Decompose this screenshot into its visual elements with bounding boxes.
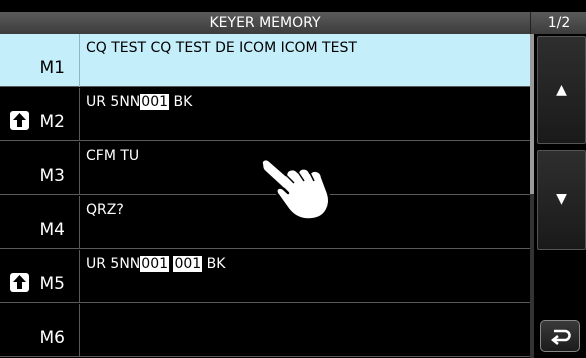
touch-hand-icon — [260, 157, 331, 221]
memory-text: QRZ? — [86, 202, 124, 218]
memory-label-cell: M4 — [0, 196, 80, 249]
message-text: UR 5NN — [86, 94, 141, 110]
serial-number-field: 001 — [140, 94, 170, 110]
memory-label: M5 — [39, 274, 65, 294]
memory-label: M2 — [39, 112, 65, 132]
shift-icon — [10, 273, 29, 292]
memory-label-cell: M5 — [0, 250, 80, 303]
shift-icon — [10, 111, 29, 130]
down-arrow-icon: ▼ — [556, 191, 567, 207]
scroll-down-button[interactable]: ▼ — [537, 150, 586, 250]
memory-text: UR 5NN001 001 BK — [86, 256, 225, 272]
memory-label-cell: M6 — [0, 304, 80, 357]
memory-label: M4 — [39, 220, 65, 240]
list-scrollbar[interactable] — [530, 34, 534, 358]
memory-row-m1[interactable]: M1 CQ TEST CQ TEST DE ICOM ICOM TEST — [0, 34, 530, 87]
message-text: QRZ? — [86, 202, 124, 218]
message-text: BK — [202, 256, 226, 272]
page-indicator: 1/2 — [530, 12, 586, 34]
memory-text: CQ TEST CQ TEST DE ICOM ICOM TEST — [86, 40, 357, 56]
memory-text: CFM TU — [86, 148, 139, 164]
memory-text: UR 5NN001 BK — [86, 94, 192, 110]
memory-label: M6 — [39, 328, 65, 348]
memory-label-cell: M3 — [0, 142, 80, 195]
up-arrow-icon: ▲ — [556, 82, 567, 98]
memory-row-m5[interactable]: M5 UR 5NN001 001 BK — [0, 250, 530, 303]
screen-title: KEYER MEMORY — [209, 15, 321, 31]
serial-number-field: 001 — [173, 256, 203, 272]
return-arrow-icon — [550, 329, 571, 345]
message-text: CQ TEST CQ TEST DE ICOM ICOM TEST — [86, 40, 357, 56]
scroll-up-button[interactable]: ▲ — [537, 36, 586, 144]
serial-number-field: 001 — [140, 256, 170, 272]
message-text: UR 5NN — [86, 256, 141, 272]
memory-label-cell: M2 — [0, 88, 80, 141]
memory-label: M3 — [39, 166, 65, 186]
scrollbar-thumb[interactable] — [530, 34, 534, 194]
title-bar: KEYER MEMORY 1/2 — [0, 12, 586, 34]
memory-row-m6[interactable]: M6 — [0, 304, 530, 357]
memory-label: M1 — [39, 58, 65, 78]
return-button[interactable] — [540, 320, 580, 352]
keyer-memory-screen: KEYER MEMORY 1/2 M1 CQ TEST CQ TEST DE I… — [0, 0, 586, 358]
message-text: CFM TU — [86, 148, 140, 164]
memory-row-m2[interactable]: M2 UR 5NN001 BK — [0, 88, 530, 141]
message-text: BK — [169, 94, 193, 110]
memory-label-cell: M1 — [0, 34, 80, 87]
